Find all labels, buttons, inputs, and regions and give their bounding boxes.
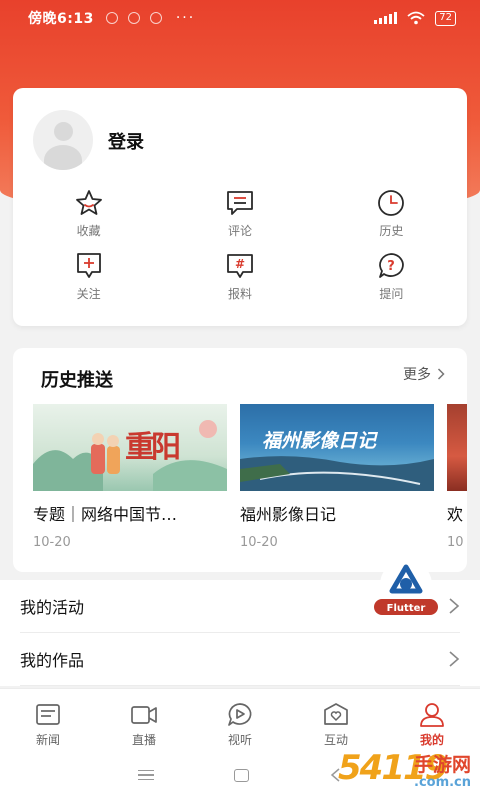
tab-news[interactable]: 新闻 [0, 689, 96, 750]
thumbnail-text: 重阳 [125, 430, 181, 465]
tab-label: 互动 [323, 733, 348, 747]
follow-button[interactable]: 关注 [13, 251, 164, 302]
action-label: 评论 [227, 224, 252, 238]
chevron-right-icon [449, 651, 460, 667]
login-link[interactable]: 登录 [108, 128, 144, 154]
watermark-logo: 54119 手游网 .com.cn [338, 748, 480, 800]
action-label: 收藏 [76, 224, 101, 238]
favorites-button[interactable]: 收藏 [13, 188, 164, 239]
watermark-url: .com.cn [414, 775, 472, 790]
item-title: 专题｜网络中国节… [33, 505, 178, 524]
tab-interact[interactable]: 互动 [288, 689, 384, 750]
history-item[interactable]: 重阳 专题｜网络中国节… 10-20 [33, 404, 227, 550]
history-item[interactable]: 欢 10 [447, 404, 467, 550]
signal-icon [374, 12, 398, 24]
tab-audio-visual[interactable]: 视听 [192, 689, 288, 750]
action-label: 报料 [227, 287, 252, 301]
profile-card: 登录 收藏 评论 历史 关注 # 报料 ? 提问 [13, 88, 467, 326]
tab-mine[interactable]: 我的 [384, 689, 480, 750]
action-label: 历史 [379, 224, 404, 238]
thumbnail: 重阳 [33, 404, 227, 491]
home-button[interactable] [233, 768, 249, 782]
tab-label: 视听 [227, 733, 252, 747]
comment-icon [227, 191, 253, 215]
recent-apps-button[interactable] [137, 769, 154, 781]
news-icon [36, 704, 60, 725]
status-more: ··· [175, 10, 196, 26]
profile-icon [420, 703, 444, 727]
svg-text:#: # [235, 257, 245, 271]
menu-item-label: 我的活动 [20, 598, 85, 617]
quick-actions: 收藏 评论 历史 关注 # 报料 ? 提问 [13, 188, 467, 302]
action-label: 提问 [379, 287, 404, 301]
hashtag-icon: # [227, 254, 253, 278]
item-title: 福州影像日记 [240, 505, 337, 524]
chevron-right-icon [449, 598, 460, 614]
notification-icon [127, 12, 140, 24]
watermark-text: 手游网 [414, 754, 472, 776]
status-time: 傍晚6:13 [28, 11, 94, 27]
notification-icon [105, 12, 118, 24]
report-tip-button[interactable]: # 报料 [164, 251, 315, 302]
status-bar: 傍晚6:13 ··· 72 [0, 0, 480, 36]
ask-question-button[interactable]: ? 提问 [316, 251, 467, 302]
play-icon [228, 703, 252, 726]
history-push-card: 历史推送 更多 重阳 专题｜网络中国节… 10-20 福州影像日记 福州影像日记… [13, 348, 467, 572]
section-title: 历史推送 [41, 370, 113, 391]
notification-icons [105, 12, 162, 24]
menu-item-my-works[interactable]: 我的作品 [20, 633, 460, 686]
item-title: 欢 [447, 505, 464, 524]
bottom-tab-bar: 新闻 直播 视听 互动 我的 [0, 688, 480, 750]
chevron-right-icon [437, 368, 445, 380]
item-date: 10-20 [33, 535, 71, 550]
svg-text:?: ? [388, 259, 396, 274]
tab-live[interactable]: 直播 [96, 689, 192, 750]
history-button[interactable]: 历史 [316, 188, 467, 239]
question-icon: ? [379, 253, 405, 278]
flutter-logo-icon: Flutter [374, 559, 438, 615]
wifi-icon [407, 11, 425, 25]
interact-icon [324, 703, 348, 725]
flutter-floating-badge[interactable]: Flutter [368, 559, 444, 617]
tab-label: 我的 [419, 733, 444, 747]
item-date: 10-20 [240, 535, 278, 550]
comments-button[interactable]: 评论 [164, 188, 315, 239]
action-label: 关注 [76, 287, 101, 301]
badge-label: Flutter [387, 603, 426, 614]
more-link[interactable]: 更多 [403, 364, 445, 384]
star-icon [75, 190, 102, 215]
notification-icon [149, 12, 162, 24]
tab-label: 直播 [131, 733, 156, 747]
thumbnail [447, 404, 467, 491]
history-item[interactable]: 福州影像日记 福州影像日记 10-20 [240, 404, 434, 550]
history-list: 重阳 专题｜网络中国节… 10-20 福州影像日记 福州影像日记 10-20 欢… [33, 404, 467, 550]
avatar[interactable] [33, 110, 93, 170]
follow-icon [76, 253, 101, 278]
menu-item-label: 我的作品 [20, 651, 85, 670]
thumbnail: 福州影像日记 [240, 404, 434, 491]
more-label: 更多 [403, 367, 431, 383]
live-video-icon [131, 706, 157, 724]
clock-icon [378, 190, 405, 216]
tab-label: 新闻 [35, 733, 60, 747]
item-date: 10 [447, 535, 464, 550]
thumbnail-text: 福州影像日记 [262, 430, 377, 452]
battery-indicator: 72 [435, 10, 456, 26]
